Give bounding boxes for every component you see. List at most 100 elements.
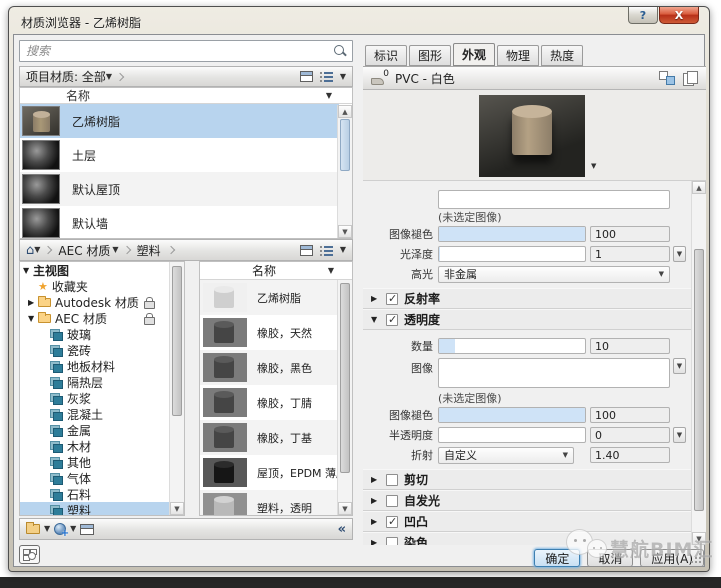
image-fade-slider[interactable] <box>438 226 586 242</box>
chevron-down-icon[interactable]: ▼ <box>34 246 40 254</box>
image-fade-value[interactable]: 100 <box>590 226 670 242</box>
tree-item-home-view[interactable]: ▼ 主视图 <box>20 262 170 278</box>
project-name-column-header[interactable]: 名称 ▼ <box>20 88 352 104</box>
section-tint[interactable]: ▶ 染色 <box>363 532 691 545</box>
chevron-down-icon[interactable]: ▼ <box>112 246 118 254</box>
expand-expander-icon[interactable]: ▶ <box>371 517 380 526</box>
scroll-up-icon[interactable]: ▲ <box>692 181 706 194</box>
transparency-checkbox[interactable] <box>386 314 398 326</box>
grid-view-icon[interactable] <box>300 245 313 256</box>
tint-checkbox[interactable] <box>386 537 398 546</box>
collapse-library-button[interactable]: « <box>338 522 346 537</box>
project-material-row[interactable]: 默认墙 <box>20 206 339 239</box>
project-material-row-vinyl-resin[interactable]: 乙烯树脂 <box>20 104 339 138</box>
tree-category-misc[interactable]: 其他 <box>20 454 170 470</box>
scroll-down-icon[interactable]: ▼ <box>338 502 352 515</box>
search-input[interactable] <box>20 44 332 58</box>
duplicate-asset-icon[interactable] <box>683 71 698 86</box>
library-material-row[interactable]: 橡胶，天然 <box>200 315 339 350</box>
scroll-down-icon[interactable]: ▼ <box>692 532 706 545</box>
library-material-row[interactable]: 橡胶，黑色 <box>200 350 339 385</box>
create-material-icon[interactable] <box>54 523 66 535</box>
list-view-icon[interactable] <box>320 71 333 82</box>
breadcrumb-library[interactable]: AEC 材质 <box>58 242 110 259</box>
home-icon[interactable]: ⌂ <box>26 244 34 257</box>
library-material-row[interactable]: 乙烯树脂 <box>200 280 339 315</box>
refraction-value[interactable]: 1.40 <box>590 447 670 463</box>
breadcrumb-category[interactable]: 塑料 <box>137 242 161 259</box>
transparency-image-field[interactable] <box>438 358 670 388</box>
list-view-icon[interactable] <box>320 245 333 256</box>
library-material-row[interactable]: 塑料，透明 <box>200 490 339 516</box>
library-panel-icon[interactable] <box>80 524 94 535</box>
dropdown-arrow-icon[interactable]: ▼ <box>44 525 50 533</box>
section-reflectivity[interactable]: ▶ 反射率 <box>363 288 691 309</box>
glossiness-value[interactable]: 1 <box>590 246 670 262</box>
transparency-amount-value[interactable]: 10 <box>590 338 670 354</box>
project-material-row[interactable]: 土层 <box>20 138 339 172</box>
tree-category-wood[interactable]: 木材 <box>20 438 170 454</box>
project-list-scrollbar[interactable]: ▲ ▼ <box>337 105 352 238</box>
expand-expander-icon[interactable]: ▶ <box>28 298 38 307</box>
tab-appearance[interactable]: 外观 <box>453 43 495 66</box>
self-illumination-checkbox[interactable] <box>386 495 398 507</box>
library-material-row[interactable]: 屋顶，EPDM 薄膜 <box>200 455 339 490</box>
search-icon[interactable] <box>332 43 348 59</box>
tree-category-plastics-selected[interactable]: 塑料 <box>20 502 170 516</box>
tree-item-autodesk-materials[interactable]: ▶ Autodesk 材质 <box>20 294 170 310</box>
translucency-slider[interactable] <box>438 427 586 443</box>
help-button[interactable]: ? <box>628 7 658 24</box>
collapse-expander-icon[interactable]: ▼ <box>28 314 38 323</box>
project-material-row[interactable]: 默认屋顶 <box>20 172 339 206</box>
material-preview-image[interactable] <box>479 95 585 177</box>
reflectivity-checkbox[interactable] <box>386 293 398 305</box>
expand-expander-icon[interactable]: ▶ <box>371 496 380 505</box>
chevron-down-icon[interactable]: ▼ <box>106 73 112 81</box>
glossiness-dropdown-icon[interactable]: ▼ <box>673 246 686 262</box>
view-options-dropdown-icon[interactable]: ▼ <box>340 246 346 254</box>
glossiness-slider[interactable] <box>438 246 586 262</box>
dropdown-arrow-icon[interactable]: ▼ <box>70 525 76 533</box>
scroll-down-icon[interactable]: ▼ <box>338 225 352 238</box>
tree-category-insulation[interactable]: 隔热层 <box>20 374 170 390</box>
preview-options-dropdown-icon[interactable]: ▼ <box>591 162 596 170</box>
tree-category-gas[interactable]: 气体 <box>20 470 170 486</box>
library-material-row[interactable]: 橡胶，丁基 <box>200 420 339 455</box>
project-materials-header[interactable]: 项目材质: 全部 ▼ ▼ <box>19 66 353 87</box>
close-button[interactable]: X <box>659 7 699 24</box>
scrollbar-thumb[interactable] <box>340 283 350 473</box>
tree-category-glass[interactable]: 玻璃 <box>20 326 170 342</box>
grid-view-icon[interactable] <box>300 71 313 82</box>
view-options-dropdown-icon[interactable]: ▼ <box>340 73 346 81</box>
options-grid-icon[interactable] <box>19 545 40 564</box>
scrollbar-thumb[interactable] <box>172 266 182 416</box>
collapse-expander-icon[interactable]: ▼ <box>371 315 380 324</box>
ok-button[interactable]: 确定 <box>534 549 580 567</box>
scroll-down-icon[interactable]: ▼ <box>170 502 184 515</box>
expand-expander-icon[interactable]: ▶ <box>371 538 380 545</box>
section-transparency[interactable]: ▼ 透明度 <box>363 309 691 330</box>
refraction-mode-dropdown[interactable]: 自定义 ▼ <box>438 447 574 464</box>
library-name-column-header[interactable]: 名称 ▼ <box>200 262 352 280</box>
expand-expander-icon[interactable]: ▶ <box>371 294 380 303</box>
library-list-scrollbar[interactable]: ▼ <box>337 280 352 515</box>
tree-category-metal[interactable]: 金属 <box>20 422 170 438</box>
generic-image-field[interactable] <box>438 190 670 209</box>
translucency-dropdown-icon[interactable]: ▼ <box>673 427 686 443</box>
section-cutouts[interactable]: ▶ 剪切 <box>363 469 691 490</box>
transparency-image-fade-value[interactable]: 100 <box>590 407 670 423</box>
scrollbar-thumb[interactable] <box>340 119 350 171</box>
cancel-button[interactable]: 取消 <box>587 549 633 567</box>
tab-thermal[interactable]: 热度 <box>541 45 583 66</box>
translucency-value[interactable]: 0 <box>590 427 670 443</box>
resize-grip[interactable] <box>691 553 701 563</box>
library-material-row[interactable]: 橡胶，丁腈 <box>200 385 339 420</box>
transparency-amount-slider[interactable] <box>438 338 586 354</box>
tab-physical[interactable]: 物理 <box>497 45 539 66</box>
tree-category-ceramic[interactable]: 瓷砖 <box>20 342 170 358</box>
expand-expander-icon[interactable]: ▶ <box>371 475 380 484</box>
section-bump[interactable]: ▶ 凹凸 <box>363 511 691 532</box>
transparency-image-dropdown-icon[interactable]: ▼ <box>673 358 686 374</box>
highlights-dropdown[interactable]: 非金属 ▼ <box>438 266 670 283</box>
section-self-illumination[interactable]: ▶ 自发光 <box>363 490 691 511</box>
